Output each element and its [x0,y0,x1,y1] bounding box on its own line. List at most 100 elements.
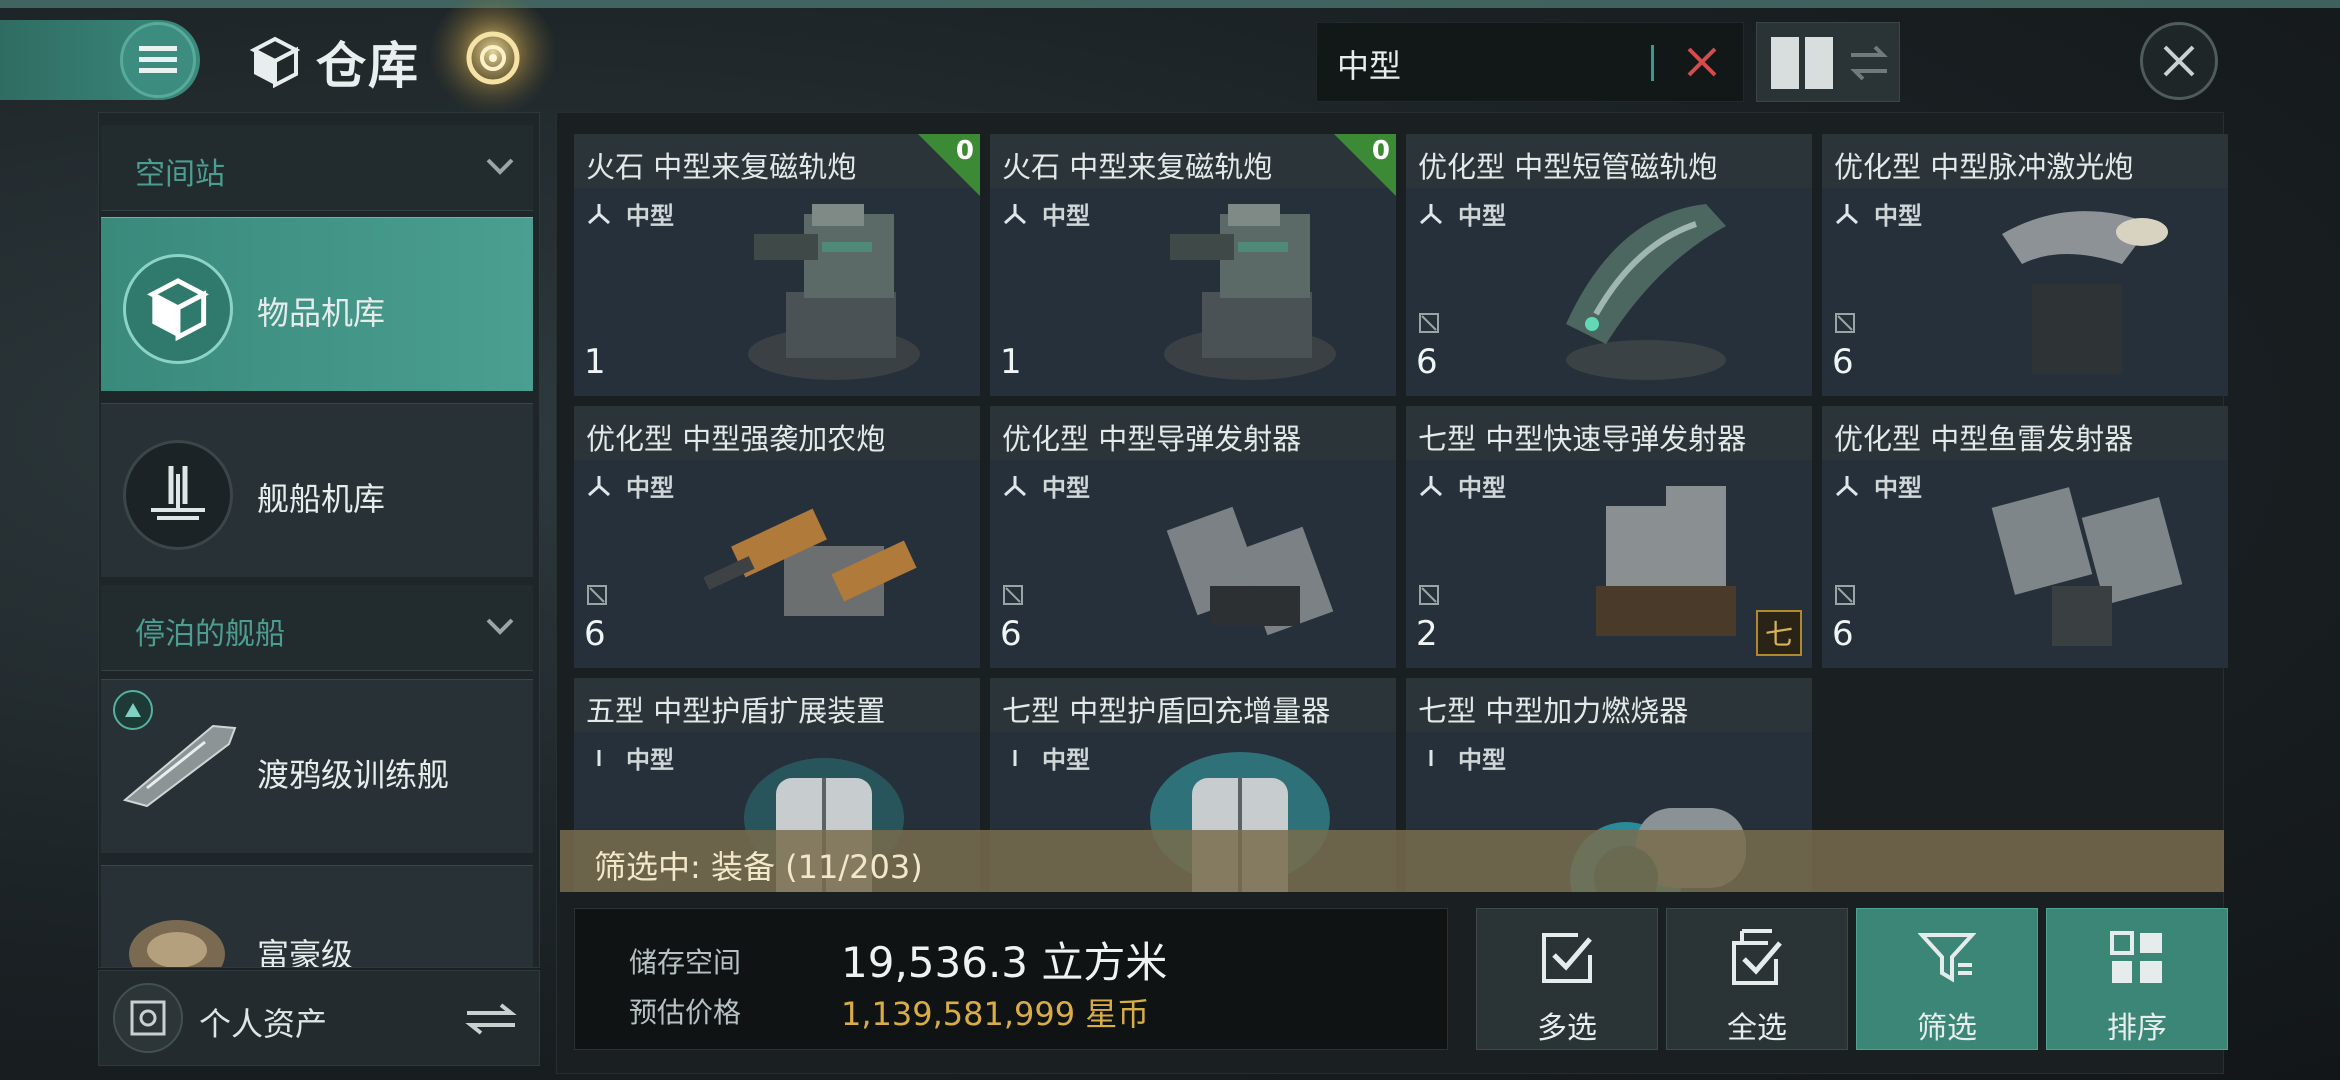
railgun-turret-image [748,204,920,380]
sidebar-item-item-hangar[interactable]: 物品机库 [101,217,533,391]
action-label: 排序 [2107,1011,2167,1046]
sidebar-item-label: 舰船机库 [257,480,386,518]
turret-hardpoint-icon [1419,203,1443,224]
sidebar-item-label: 渡鸦级训练舰 [257,756,450,794]
swap-icon[interactable] [463,999,519,1039]
clear-search-button[interactable] [1673,33,1731,91]
pulse-laser-image [2002,211,2168,374]
section-docked-ships[interactable]: 停泊的舰船 [101,585,533,671]
checkbox-icon [1542,933,1592,983]
sidebar-item-ship-hangar[interactable]: 舰船机库 [101,403,533,577]
missile-launcher-image [1166,506,1334,636]
rapid-missile-launcher-image [1596,486,1736,636]
corner-count: 0 [1371,136,1390,166]
filter-status-text: 筛选中: 装备 (11/203) [594,848,923,886]
size-row: 中型 [1002,740,1090,775]
grid-view-icon[interactable] [1771,37,1833,89]
page-header: 仓库 [248,30,420,95]
storage-stats: 储存空间 19,536.3 立方米 预估价格 1,139,581,999 星币 [574,908,1448,1050]
meta-level-icon [1419,585,1439,605]
cube-icon [249,36,301,89]
item-size: 中型 [1458,746,1506,774]
sort-button[interactable]: 排序 [2046,908,2228,1050]
item-size: 中型 [1042,474,1090,502]
meta-level-icon [1835,313,1855,333]
personal-assets-button[interactable]: 个人资产 [98,970,540,1066]
tracker-orb-icon[interactable] [412,0,574,130]
meta-level-icon [1419,313,1439,333]
filter-button[interactable]: 筛选 [1856,908,2038,1050]
size-row: 中型 [586,196,674,231]
item-quantity: 6 [1000,614,1022,654]
meta-level-icon [587,585,607,605]
close-icon [1687,47,1717,77]
turret-hardpoint-icon [1419,475,1443,496]
filter-status-bar: 筛选中: 装备 (11/203) [560,830,2224,892]
item-card[interactable]: 火石 中型来复磁轨炮 中型 0 1 [990,134,1396,396]
item-card[interactable]: 火石 中型来复磁轨炮 中型 0 1 [574,134,980,396]
item-card[interactable]: 优化型 中型导弹发射器 中型 6 [990,406,1396,668]
item-hangar-icon [123,254,233,364]
item-size: 中型 [1042,202,1090,230]
item-quantity: 1 [1000,342,1022,382]
item-quantity: 2 [1416,614,1438,654]
turret-hardpoint-icon [587,203,611,224]
size-row: 中型 [586,740,674,775]
item-size: 中型 [1874,474,1922,502]
turret-hardpoint-icon [1835,475,1859,496]
item-quantity: 6 [584,614,606,654]
storage-label: 储存空间 [629,946,742,979]
size-row: 中型 [1002,196,1090,231]
swap-view-icon[interactable] [1847,41,1891,85]
close-button[interactable] [2140,22,2218,100]
size-row: 中型 [1834,468,1922,503]
item-card[interactable]: 优化型 中型脉冲激光炮 中型 6 [1822,134,2228,396]
sidebar-item-ship-raven-trainer[interactable]: 渡鸦级训练舰 [101,679,533,853]
item-size: 中型 [1042,746,1090,774]
search-input[interactable]: 中型 [1337,41,1401,87]
personal-assets-label: 个人资产 [199,1005,328,1043]
menu-button[interactable] [120,22,196,98]
torpedo-launcher-image [1991,487,2182,646]
item-quantity: 6 [1832,614,1854,654]
turret-hardpoint-icon [1835,203,1859,224]
size-row: 中型 [1418,468,1506,503]
turret-hardpoint-icon [1003,475,1027,496]
item-quantity: 6 [1416,342,1438,382]
action-label: 多选 [1537,1011,1597,1046]
item-card[interactable]: 优化型 中型鱼雷发射器 中型 6 [1822,406,2228,668]
section-label: 空间站 [135,157,225,192]
corner-count: 0 [955,136,974,166]
hamburger-icon [139,46,177,73]
short-railgun-image [1566,204,1726,380]
close-icon [2163,45,2195,77]
view-toggle[interactable] [1756,22,1900,102]
item-size: 中型 [1874,202,1922,230]
search-field[interactable]: 中型 [1316,22,1744,102]
multi-select-button[interactable]: 多选 [1476,908,1658,1050]
tier-badge: 七 [1756,610,1802,656]
size-row: 中型 [1418,740,1506,775]
turret-hardpoint-icon [1003,203,1027,224]
sidebar: 空间站 物品机库 舰船机库 停泊的舰船 渡鸦级训练舰 富豪级 [98,112,540,968]
module-slot-icon [597,749,601,766]
sidebar-item-ship-magnate[interactable]: 富豪级 [101,865,533,968]
chevron-down-icon [486,618,514,635]
module-slot-icon [1013,749,1017,766]
item-size: 中型 [626,746,674,774]
turret-hardpoint-icon [587,475,611,496]
item-card[interactable]: 七型 中型快速导弹发射器 中型 2 七 [1406,406,1812,668]
item-size: 中型 [626,202,674,230]
ship-hangar-icon [123,440,233,550]
section-label: 停泊的舰船 [135,617,285,652]
item-size: 中型 [1458,202,1506,230]
section-space-station[interactable]: 空间站 [101,125,533,211]
select-all-button[interactable]: 全选 [1666,908,1848,1050]
sidebar-item-label: 富豪级 [257,936,354,968]
filter-icon [1918,933,1976,983]
item-quantity: 1 [584,342,606,382]
item-card[interactable]: 优化型 中型短管磁轨炮 中型 6 [1406,134,1812,396]
action-label: 全选 [1727,1011,1787,1046]
safe-icon [113,983,183,1053]
item-card[interactable]: 优化型 中型强袭加农炮 中型 6 [574,406,980,668]
